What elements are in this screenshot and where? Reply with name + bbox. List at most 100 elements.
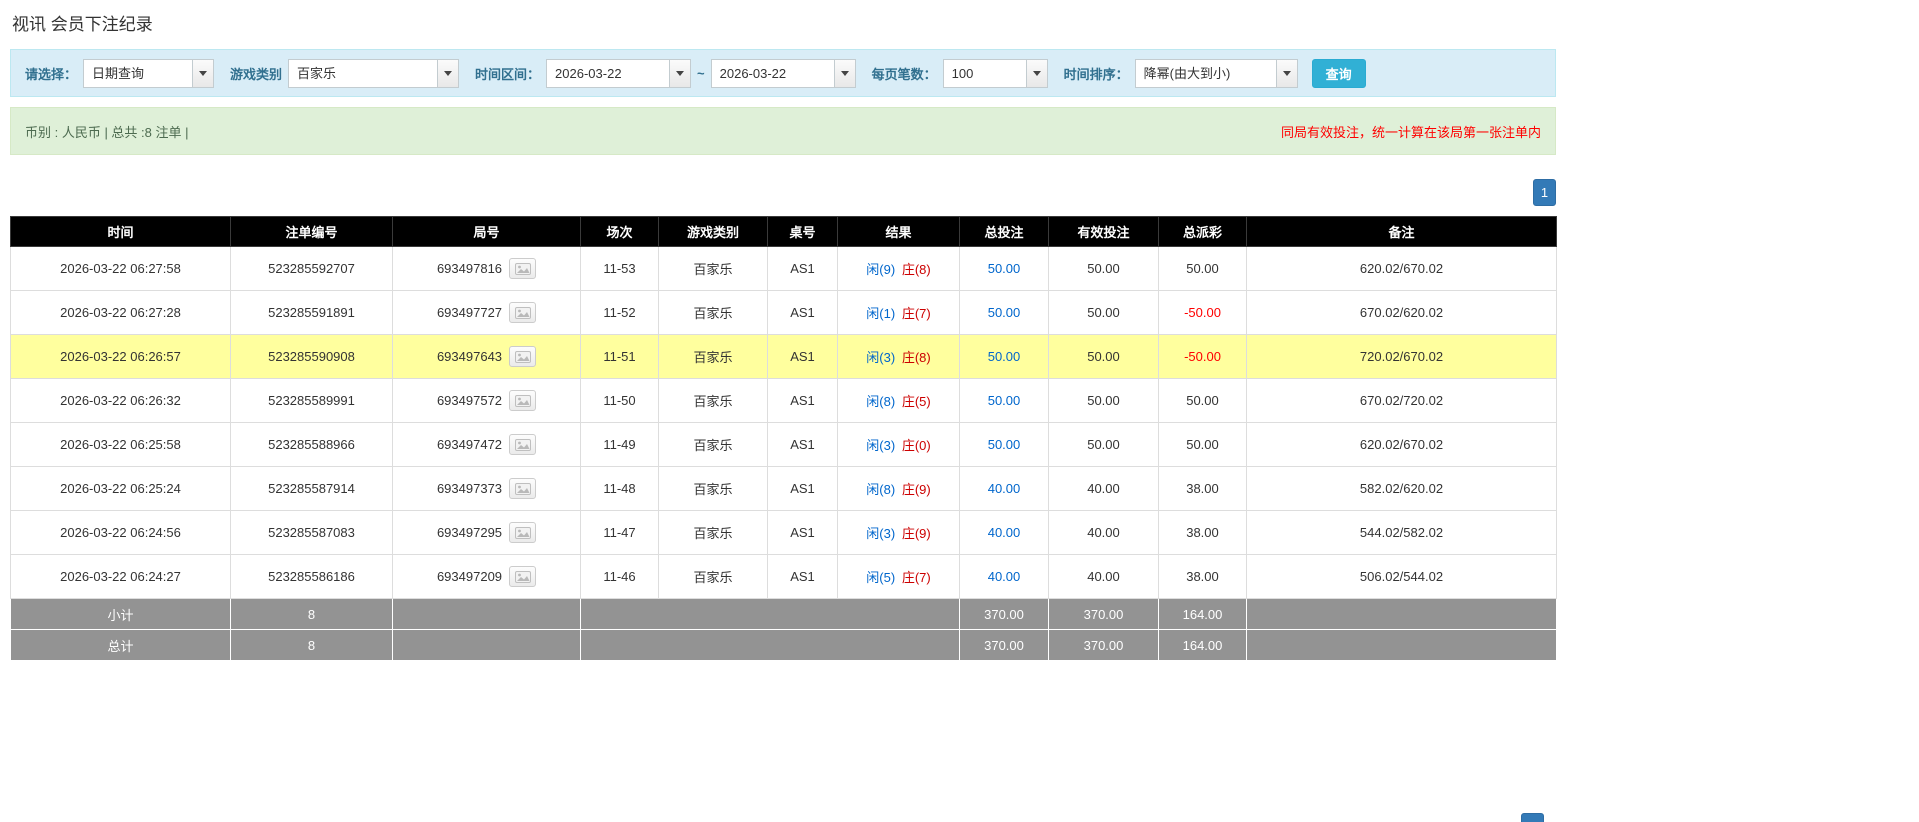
payout-value: 50.00 xyxy=(1186,261,1219,276)
date-from-value[interactable]: 2026-03-22 xyxy=(547,60,669,87)
time-cell: 2026-03-22 06:26:32 xyxy=(11,379,231,423)
result-banker: 庄(9) xyxy=(902,526,931,541)
date-from-picker[interactable]: 2026-03-22 xyxy=(546,59,691,88)
video-replay-button[interactable] xyxy=(509,346,536,367)
total-bet-link[interactable]: 40.00 xyxy=(988,481,1021,496)
subtotal-row: 小计 8 370.00 370.00 164.00 xyxy=(11,599,1557,630)
video-replay-button[interactable] xyxy=(509,302,536,323)
total-bet-link[interactable]: 50.00 xyxy=(988,349,1021,364)
time-cell: 2026-03-22 06:26:57 xyxy=(11,335,231,379)
result-player: 闲(3) xyxy=(866,438,895,453)
game-type-cell: 百家乐 xyxy=(659,555,768,599)
filter-bar: 请选择： 日期查询 游戏类别 百家乐 时间区间： 2026-03-22 ~ 20… xyxy=(10,49,1556,97)
page-size-value[interactable]: 100 xyxy=(944,60,1026,87)
date-to-value[interactable]: 2026-03-22 xyxy=(712,60,834,87)
valid-bet-cell: 50.00 xyxy=(1049,247,1159,291)
video-icon xyxy=(515,351,531,363)
time-cell: 2026-03-22 06:25:24 xyxy=(11,467,231,511)
video-replay-button[interactable] xyxy=(509,390,536,411)
video-icon xyxy=(515,483,531,495)
result-cell: 闲(3) 庄(0) xyxy=(838,423,960,467)
total-bet-cell: 40.00 xyxy=(960,467,1049,511)
video-replay-button[interactable] xyxy=(509,522,536,543)
game-type-cell: 百家乐 xyxy=(659,247,768,291)
video-replay-button[interactable] xyxy=(509,566,536,587)
date-type-combobox[interactable]: 日期查询 xyxy=(83,59,214,88)
page-title: 视讯 会员下注纪录 xyxy=(12,10,1556,35)
pagination-page-button-bottom[interactable]: 1 xyxy=(1521,813,1544,822)
session-cell: 11-46 xyxy=(581,555,659,599)
chevron-down-icon[interactable] xyxy=(1026,60,1047,87)
bet-id-cell: 523285589991 xyxy=(231,379,393,423)
table-row: 2026-03-22 06:26:32 523285589991 6934975… xyxy=(11,379,1557,423)
table-no-cell: AS1 xyxy=(768,467,838,511)
total-bet-link[interactable]: 50.00 xyxy=(988,437,1021,452)
chevron-down-icon[interactable] xyxy=(1276,60,1297,87)
table-row: 2026-03-22 06:24:27 523285586186 6934972… xyxy=(11,555,1557,599)
bet-id-cell: 523285586186 xyxy=(231,555,393,599)
round-cell: 693497373 xyxy=(393,467,581,511)
total-bet-link[interactable]: 40.00 xyxy=(988,569,1021,584)
game-type-combobox[interactable]: 百家乐 xyxy=(288,59,459,88)
date-type-value[interactable]: 日期查询 xyxy=(84,60,192,87)
pagination-page-button[interactable]: 1 xyxy=(1533,179,1556,206)
valid-bet-cell: 50.00 xyxy=(1049,379,1159,423)
total-bet-cell: 50.00 xyxy=(960,335,1049,379)
result-cell: 闲(1) 庄(7) xyxy=(838,291,960,335)
col-header-valid-bet: 有效投注 xyxy=(1049,217,1159,247)
chevron-down-icon[interactable] xyxy=(437,60,458,87)
result-banker: 庄(5) xyxy=(902,394,931,409)
total-bet-link[interactable]: 50.00 xyxy=(988,305,1021,320)
game-type-cell: 百家乐 xyxy=(659,423,768,467)
session-cell: 11-47 xyxy=(581,511,659,555)
col-header-game: 游戏类别 xyxy=(659,217,768,247)
total-valid-bet: 370.00 xyxy=(1049,630,1159,661)
total-bet-link[interactable]: 50.00 xyxy=(988,261,1021,276)
payout-value: 38.00 xyxy=(1186,525,1219,540)
sort-order-combobox[interactable]: 降幂(由大到小) xyxy=(1135,59,1298,88)
payout-value: -50.00 xyxy=(1184,305,1221,320)
sort-order-value[interactable]: 降幂(由大到小) xyxy=(1136,60,1276,87)
page-size-combobox[interactable]: 100 xyxy=(943,59,1048,88)
round-cell: 693497295 xyxy=(393,511,581,555)
game-type-value[interactable]: 百家乐 xyxy=(289,60,437,87)
payout-cell: 50.00 xyxy=(1159,247,1247,291)
video-replay-button[interactable] xyxy=(509,434,536,455)
remark-cell: 670.02/720.02 xyxy=(1247,379,1557,423)
search-button[interactable]: 查询 xyxy=(1312,59,1366,88)
col-header-session: 场次 xyxy=(581,217,659,247)
date-to-picker[interactable]: 2026-03-22 xyxy=(711,59,856,88)
round-id: 693497572 xyxy=(437,393,502,408)
chevron-down-icon[interactable] xyxy=(834,60,855,87)
payout-cell: 50.00 xyxy=(1159,423,1247,467)
page-container: 视讯 会员下注纪录 请选择： 日期查询 游戏类别 百家乐 时间区间： 2026-… xyxy=(0,0,1566,669)
remark-cell: 670.02/620.02 xyxy=(1247,291,1557,335)
session-cell: 11-51 xyxy=(581,335,659,379)
col-header-remark: 备注 xyxy=(1247,217,1557,247)
result-banker: 庄(9) xyxy=(902,482,931,497)
result-player: 闲(8) xyxy=(866,394,895,409)
chevron-down-icon[interactable] xyxy=(192,60,213,87)
session-cell: 11-48 xyxy=(581,467,659,511)
result-banker: 庄(8) xyxy=(902,262,931,277)
result-player: 闲(9) xyxy=(866,262,895,277)
total-bet-link[interactable]: 40.00 xyxy=(988,525,1021,540)
result-banker: 庄(7) xyxy=(902,570,931,585)
result-banker: 庄(0) xyxy=(902,438,931,453)
total-total-bet: 370.00 xyxy=(960,630,1049,661)
valid-bet-cell: 40.00 xyxy=(1049,467,1159,511)
video-icon xyxy=(515,307,531,319)
table-no-cell: AS1 xyxy=(768,247,838,291)
table-row: 2026-03-22 06:24:56 523285587083 6934972… xyxy=(11,511,1557,555)
total-bet-link[interactable]: 50.00 xyxy=(988,393,1021,408)
subtotal-payout: 164.00 xyxy=(1159,599,1247,630)
session-cell: 11-50 xyxy=(581,379,659,423)
video-replay-button[interactable] xyxy=(509,258,536,279)
video-replay-button[interactable] xyxy=(509,478,536,499)
result-player: 闲(3) xyxy=(866,526,895,541)
payout-cell: -50.00 xyxy=(1159,335,1247,379)
video-icon xyxy=(515,439,531,451)
chevron-down-icon[interactable] xyxy=(669,60,690,87)
valid-bet-cell: 40.00 xyxy=(1049,511,1159,555)
payout-value: 38.00 xyxy=(1186,481,1219,496)
